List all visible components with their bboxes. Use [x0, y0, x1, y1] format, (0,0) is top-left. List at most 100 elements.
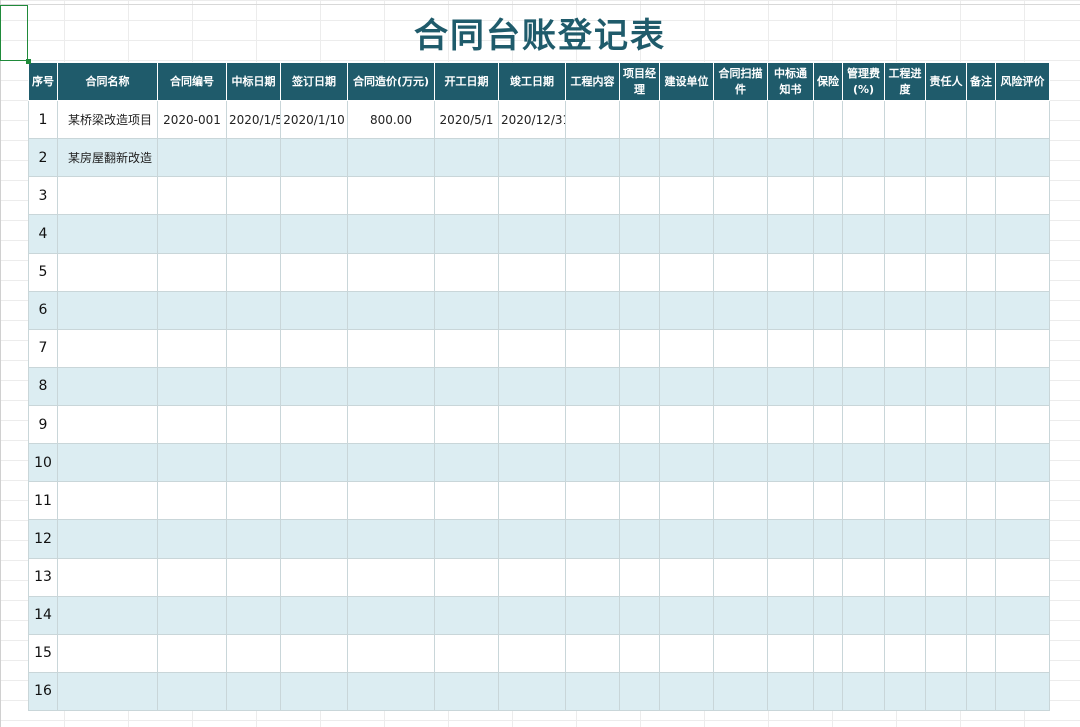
table-cell[interactable]: [925, 176, 967, 216]
table-cell[interactable]: [157, 366, 227, 407]
table-cell[interactable]: [884, 138, 926, 178]
table-cell[interactable]: [565, 138, 620, 178]
table-cell[interactable]: [842, 443, 885, 483]
table-cell[interactable]: [498, 633, 566, 673]
table-cell[interactable]: [966, 557, 996, 597]
table-cell[interactable]: 800.00: [347, 99, 435, 140]
table-cell[interactable]: [842, 671, 885, 712]
table-cell[interactable]: [619, 481, 660, 521]
contract-name-cell[interactable]: [57, 366, 158, 407]
table-cell[interactable]: [995, 481, 1050, 521]
table-cell[interactable]: [157, 671, 227, 712]
table-cell[interactable]: [619, 595, 660, 635]
contract-name-cell[interactable]: [57, 519, 158, 559]
table-cell[interactable]: [619, 290, 660, 330]
table-cell[interactable]: [813, 290, 843, 330]
table-cell[interactable]: [157, 176, 227, 216]
table-cell[interactable]: [995, 519, 1050, 559]
table-cell[interactable]: [565, 366, 620, 407]
table-cell[interactable]: [659, 99, 714, 140]
table-cell[interactable]: [659, 443, 714, 483]
table-cell[interactable]: [884, 481, 926, 521]
table-cell[interactable]: [498, 481, 566, 521]
table-cell[interactable]: [498, 443, 566, 483]
table-cell[interactable]: [347, 176, 435, 216]
table-cell[interactable]: [498, 176, 566, 216]
table-cell[interactable]: [347, 481, 435, 521]
row-number-cell[interactable]: 10: [28, 443, 58, 483]
table-cell[interactable]: [842, 557, 885, 597]
table-cell[interactable]: [659, 328, 714, 368]
table-cell[interactable]: [884, 671, 926, 712]
table-cell[interactable]: [884, 290, 926, 330]
table-cell[interactable]: [280, 328, 348, 368]
table-cell[interactable]: [767, 557, 814, 597]
table-cell[interactable]: [619, 633, 660, 673]
header-cell[interactable]: 工程内容: [565, 62, 620, 101]
table-cell[interactable]: [565, 519, 620, 559]
table-cell[interactable]: [884, 176, 926, 216]
table-cell[interactable]: [226, 404, 281, 445]
table-cell[interactable]: [498, 519, 566, 559]
table-cell[interactable]: [659, 481, 714, 521]
table-cell[interactable]: [157, 519, 227, 559]
table-cell[interactable]: [347, 519, 435, 559]
sheet-title[interactable]: 合同台账登记表: [0, 8, 1080, 57]
table-cell[interactable]: [925, 633, 967, 673]
table-cell[interactable]: [813, 138, 843, 178]
header-cell[interactable]: 管理费(%): [842, 62, 885, 101]
table-cell[interactable]: [767, 252, 814, 292]
table-cell[interactable]: [966, 519, 996, 559]
table-cell[interactable]: [813, 214, 843, 254]
table-cell[interactable]: [347, 557, 435, 597]
row-number-cell[interactable]: 14: [28, 595, 58, 635]
table-cell[interactable]: [157, 328, 227, 368]
table-cell[interactable]: [498, 671, 566, 712]
row-number-cell[interactable]: 2: [28, 138, 58, 178]
table-cell[interactable]: [713, 595, 768, 635]
header-cell[interactable]: 竣工日期: [498, 62, 566, 101]
table-cell[interactable]: [767, 519, 814, 559]
table-cell[interactable]: [713, 519, 768, 559]
table-cell[interactable]: [619, 366, 660, 407]
table-cell[interactable]: [925, 595, 967, 635]
contract-name-cell[interactable]: [57, 671, 158, 712]
table-cell[interactable]: [347, 633, 435, 673]
header-cell[interactable]: 中标通知书: [767, 62, 814, 101]
table-cell[interactable]: [995, 138, 1050, 178]
table-cell[interactable]: [966, 443, 996, 483]
table-cell[interactable]: [434, 138, 499, 178]
table-cell[interactable]: [842, 595, 885, 635]
table-cell[interactable]: [619, 404, 660, 445]
table-cell[interactable]: [767, 481, 814, 521]
table-cell[interactable]: [995, 404, 1050, 445]
header-cell[interactable]: 风险评价: [995, 62, 1050, 101]
table-cell[interactable]: [565, 671, 620, 712]
table-cell[interactable]: [713, 633, 768, 673]
header-cell[interactable]: 中标日期: [226, 62, 281, 101]
table-cell[interactable]: [995, 328, 1050, 368]
table-cell[interactable]: [995, 443, 1050, 483]
table-cell[interactable]: [434, 481, 499, 521]
table-cell[interactable]: [280, 671, 348, 712]
table-cell[interactable]: [619, 443, 660, 483]
table-cell[interactable]: [226, 366, 281, 407]
table-cell[interactable]: [226, 176, 281, 216]
table-cell[interactable]: [280, 481, 348, 521]
header-cell[interactable]: 建设单位: [659, 62, 714, 101]
header-cell[interactable]: 签订日期: [280, 62, 348, 101]
table-cell[interactable]: [226, 443, 281, 483]
table-cell[interactable]: [713, 671, 768, 712]
table-cell[interactable]: [157, 290, 227, 330]
table-cell[interactable]: [966, 633, 996, 673]
table-cell[interactable]: [767, 138, 814, 178]
row-number-cell[interactable]: 12: [28, 519, 58, 559]
row-number-cell[interactable]: 7: [28, 328, 58, 368]
table-cell[interactable]: [226, 671, 281, 712]
row-number-cell[interactable]: 1: [28, 99, 58, 140]
table-cell[interactable]: [434, 595, 499, 635]
table-cell[interactable]: [813, 404, 843, 445]
contract-name-cell[interactable]: [57, 176, 158, 216]
table-cell[interactable]: [659, 404, 714, 445]
table-cell[interactable]: [925, 214, 967, 254]
